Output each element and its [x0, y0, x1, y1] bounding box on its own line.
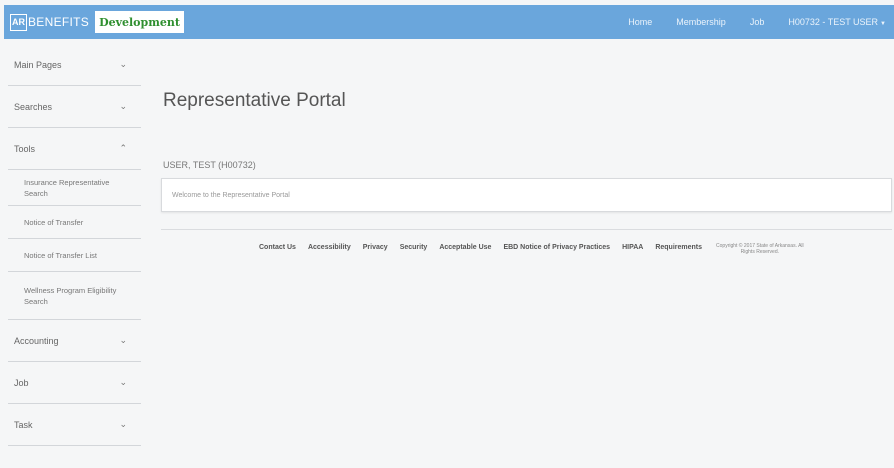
- copyright-notice: Copyright © 2017 State of Arkansas. All …: [716, 243, 804, 255]
- footer-link-security[interactable]: Security: [400, 242, 428, 254]
- sidebar: Main Pages ⌄ Searches ⌄ Tools ⌃ Insuranc…: [8, 44, 141, 446]
- sidebar-section-label: Tools: [14, 143, 36, 154]
- welcome-text: Welcome to the Representative Portal: [172, 191, 290, 199]
- sidebar-section-label: Accounting: [14, 335, 59, 346]
- chevron-down-icon: ⌄: [119, 335, 127, 345]
- user-menu-label: H00732 - TEST USER: [788, 17, 879, 27]
- caret-down-icon: ▼: [880, 21, 886, 27]
- footer-link-ebd-notice[interactable]: EBD Notice of Privacy Practices: [503, 242, 610, 254]
- top-navbar: AR BENEFITS Development Home Membership …: [4, 5, 894, 39]
- logo-mark: AR: [10, 13, 27, 31]
- sidebar-item-notice-of-transfer-list[interactable]: Notice of Transfer List: [8, 239, 141, 272]
- sidebar-item-label: Insurance Representative Search: [24, 177, 110, 198]
- sidebar-section-label: Task: [14, 419, 33, 430]
- sidebar-item-label: Wellness Program Eligibility Search: [24, 285, 117, 306]
- sidebar-section-tools[interactable]: Tools ⌃: [8, 128, 141, 170]
- footer-link-contact-us[interactable]: Contact Us: [259, 242, 296, 254]
- footer-link-requirements[interactable]: Requirements: [655, 242, 702, 254]
- user-menu[interactable]: H00732 - TEST USER ▼: [788, 17, 886, 27]
- sidebar-section-job[interactable]: Job ⌄: [8, 362, 141, 404]
- sidebar-section-label: Job: [14, 377, 29, 388]
- sidebar-section-label: Main Pages: [14, 59, 62, 70]
- copyright-line: Rights Reserved.: [740, 249, 779, 255]
- page-title: Representative Portal: [163, 90, 346, 111]
- chevron-down-icon: ⌄: [119, 377, 127, 387]
- sidebar-section-main-pages[interactable]: Main Pages ⌄: [8, 44, 141, 86]
- footer-link-hipaa[interactable]: HIPAA: [622, 242, 643, 254]
- chevron-down-icon: ⌄: [119, 419, 127, 429]
- logo-text: BENEFITS: [28, 15, 90, 29]
- footer-link-privacy[interactable]: Privacy: [363, 242, 388, 254]
- welcome-panel: Welcome to the Representative Portal: [161, 178, 892, 212]
- sidebar-section-label: Searches: [14, 101, 53, 112]
- footer-divider: [161, 229, 892, 230]
- nav-membership-link[interactable]: Membership: [676, 17, 726, 27]
- sidebar-item-label: Notice of Transfer List: [24, 250, 97, 260]
- user-label: USER, TEST (H00732): [163, 160, 256, 170]
- environment-badge: Development: [95, 11, 184, 33]
- chevron-up-icon: ⌃: [119, 143, 127, 153]
- sidebar-item-notice-of-transfer[interactable]: Notice of Transfer: [8, 206, 141, 239]
- top-nav: Home Membership Job H00732 - TEST USER ▼: [604, 5, 894, 39]
- brand-logo[interactable]: AR BENEFITS: [4, 5, 89, 39]
- nav-job-link[interactable]: Job: [750, 17, 765, 27]
- footer-link-acceptable-use[interactable]: Acceptable Use: [439, 242, 491, 254]
- sidebar-section-task[interactable]: Task ⌄: [8, 404, 141, 446]
- nav-home-link[interactable]: Home: [628, 17, 652, 27]
- sidebar-section-accounting[interactable]: Accounting ⌄: [8, 320, 141, 362]
- footer-link-accessibility[interactable]: Accessibility: [308, 242, 351, 254]
- footer: Contact Us Accessibility Privacy Securit…: [259, 242, 804, 255]
- sidebar-item-insurance-representative-search[interactable]: Insurance Representative Search: [8, 170, 141, 206]
- chevron-down-icon: ⌄: [119, 59, 127, 69]
- sidebar-item-wellness-program-eligibility-search[interactable]: Wellness Program Eligibility Search: [8, 272, 141, 320]
- chevron-down-icon: ⌄: [119, 101, 127, 111]
- sidebar-item-label: Notice of Transfer: [24, 217, 84, 227]
- sidebar-section-searches[interactable]: Searches ⌄: [8, 86, 141, 128]
